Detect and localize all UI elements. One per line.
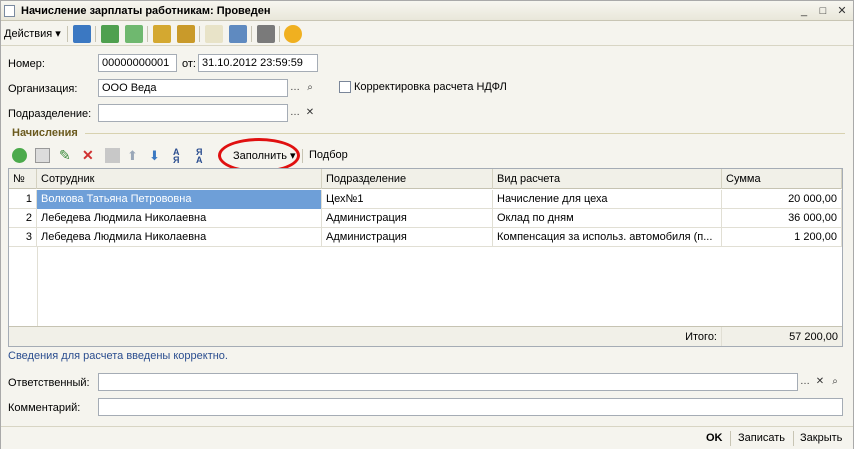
copy-row-icon[interactable] xyxy=(35,148,50,163)
ok-button[interactable]: OK xyxy=(706,432,723,444)
maximize-icon[interactable]: □ xyxy=(816,4,830,18)
row-number: 3 xyxy=(9,228,37,247)
department-label: Подразделение: xyxy=(8,108,92,120)
report-icon[interactable] xyxy=(229,25,247,43)
table-toolbar: ✎ ✕ ⬆ ⬇ AЯ ЯA Заполнить ▾ Подбор xyxy=(9,146,845,166)
document-icon xyxy=(4,5,15,17)
employee-cell[interactable]: Лебедева Людмила Николаевна xyxy=(37,228,322,247)
close-icon[interactable]: ✕ xyxy=(835,4,849,18)
employee-cell[interactable]: Волкова Татьяна Петрововна xyxy=(37,190,322,209)
section-divider xyxy=(85,133,845,134)
sort-descending-icon[interactable]: ЯA xyxy=(196,148,211,165)
select-ellipsis-icon[interactable]: … xyxy=(798,374,812,390)
comment-field[interactable] xyxy=(98,398,843,416)
main-toolbar: Действия ▾ xyxy=(1,22,853,46)
table-footer: Итого: 57 200,00 xyxy=(9,326,842,346)
toolbar-separator xyxy=(95,26,96,42)
total-label: Итого: xyxy=(493,327,722,346)
add-row-icon[interactable] xyxy=(12,148,27,163)
calc-type-cell[interactable]: Компенсация за использ. автомобиля (п... xyxy=(493,228,722,247)
move-up-icon[interactable]: ⬆ xyxy=(127,148,142,163)
ledger-icon[interactable] xyxy=(153,25,171,43)
total-value: 57 200,00 xyxy=(789,331,838,343)
organization-field[interactable]: ООО Веда xyxy=(98,79,288,97)
bottom-bar: OK Записать Закрыть xyxy=(1,426,853,449)
accruals-table[interactable]: № Сотрудник Подразделение Вид расчета Су… xyxy=(8,168,843,347)
department-cell[interactable]: Администрация xyxy=(322,228,493,247)
edit-row-icon[interactable]: ✎ xyxy=(59,148,74,163)
employee-cell[interactable]: Лебедева Людмила Николаевна xyxy=(37,209,322,228)
clear-icon[interactable]: ✕ xyxy=(813,374,827,390)
calc-type-cell[interactable]: Начисление для цеха xyxy=(493,190,722,209)
toolbar-separator xyxy=(302,149,303,163)
close-button[interactable]: Закрыть xyxy=(800,432,842,444)
ndfl-label: Корректировка расчета НДФЛ xyxy=(354,81,507,93)
button-separator xyxy=(730,431,731,446)
search-icon[interactable]: ⌕ xyxy=(303,80,317,96)
button-separator xyxy=(793,431,794,446)
section-title: Начисления xyxy=(12,127,78,139)
row-number: 1 xyxy=(9,190,37,209)
sum-cell[interactable]: 36 000,00 xyxy=(722,209,842,228)
select-ellipsis-icon[interactable]: … xyxy=(288,80,302,96)
column-divider xyxy=(37,247,38,326)
responsible-label: Ответственный: xyxy=(8,377,90,389)
sum-cell[interactable]: 1 200,00 xyxy=(722,228,842,247)
table-row[interactable]: 1 Волкова Татьяна Петрововна Цех№1 Начис… xyxy=(9,190,842,209)
department-field[interactable] xyxy=(98,104,288,122)
column-header-sum[interactable]: Сумма xyxy=(722,169,842,189)
move-down-icon[interactable]: ⬇ xyxy=(149,148,164,163)
document-window: Начисление зарплаты работникам: Проведен… xyxy=(0,0,854,449)
toolbar-separator xyxy=(279,26,280,42)
table-row[interactable]: 2 Лебедева Людмила Николаевна Администра… xyxy=(9,209,842,228)
select-ellipsis-icon[interactable]: … xyxy=(288,105,302,121)
copy-doc-icon[interactable] xyxy=(125,25,143,43)
dt-kt-icon[interactable] xyxy=(205,25,223,43)
row-number: 2 xyxy=(9,209,37,228)
organization-label: Организация: xyxy=(8,83,78,95)
toolbar-separator xyxy=(147,26,148,42)
help-icon[interactable] xyxy=(284,25,302,43)
table-row[interactable]: 3 Лебедева Людмила Николаевна Администра… xyxy=(9,228,842,247)
column-header-number[interactable]: № xyxy=(9,169,37,189)
refresh-icon[interactable] xyxy=(101,25,119,43)
column-header-calc-type[interactable]: Вид расчета xyxy=(493,169,722,189)
date-field[interactable]: 31.10.2012 23:59:59 xyxy=(198,54,318,72)
responsible-field[interactable] xyxy=(98,373,798,391)
pick-button[interactable]: Подбор xyxy=(309,149,348,161)
end-edit-icon[interactable] xyxy=(105,148,120,163)
status-message: Сведения для расчета введены корректно. xyxy=(8,350,228,362)
post-icon[interactable] xyxy=(73,25,91,43)
delete-row-icon[interactable]: ✕ xyxy=(82,148,97,163)
list-icon[interactable] xyxy=(257,25,275,43)
actions-menu-button[interactable]: Действия ▾ xyxy=(4,27,61,40)
title-bar: Начисление зарплаты работникам: Проведен… xyxy=(1,1,853,21)
column-header-employee[interactable]: Сотрудник xyxy=(37,169,322,189)
column-header-department[interactable]: Подразделение xyxy=(322,169,493,189)
comment-label: Комментарий: xyxy=(8,402,81,414)
save-button[interactable]: Записать xyxy=(738,432,785,444)
sort-ascending-icon[interactable]: AЯ xyxy=(173,148,188,165)
toolbar-separator xyxy=(67,26,68,42)
search-icon[interactable]: ⌕ xyxy=(828,374,842,390)
toolbar-separator xyxy=(199,26,200,42)
calc-type-cell[interactable]: Оклад по дням xyxy=(493,209,722,228)
department-cell[interactable]: Администрация xyxy=(322,209,493,228)
ndfl-checkbox[interactable] xyxy=(339,81,351,93)
minimize-icon[interactable]: _ xyxy=(797,4,811,18)
date-from-label: от: xyxy=(182,58,196,70)
sum-cell[interactable]: 20 000,00 xyxy=(722,190,842,209)
department-cell[interactable]: Цех№1 xyxy=(322,190,493,209)
table-header: № Сотрудник Подразделение Вид расчета Су… xyxy=(9,169,842,189)
number-label: Номер: xyxy=(8,58,45,70)
number-field[interactable]: 00000000001 xyxy=(98,54,177,72)
print-structure-icon[interactable] xyxy=(177,25,195,43)
toolbar-separator xyxy=(251,26,252,42)
window-title: Начисление зарплаты работникам: Проведен xyxy=(21,5,271,17)
clear-icon[interactable]: ✕ xyxy=(303,105,317,121)
